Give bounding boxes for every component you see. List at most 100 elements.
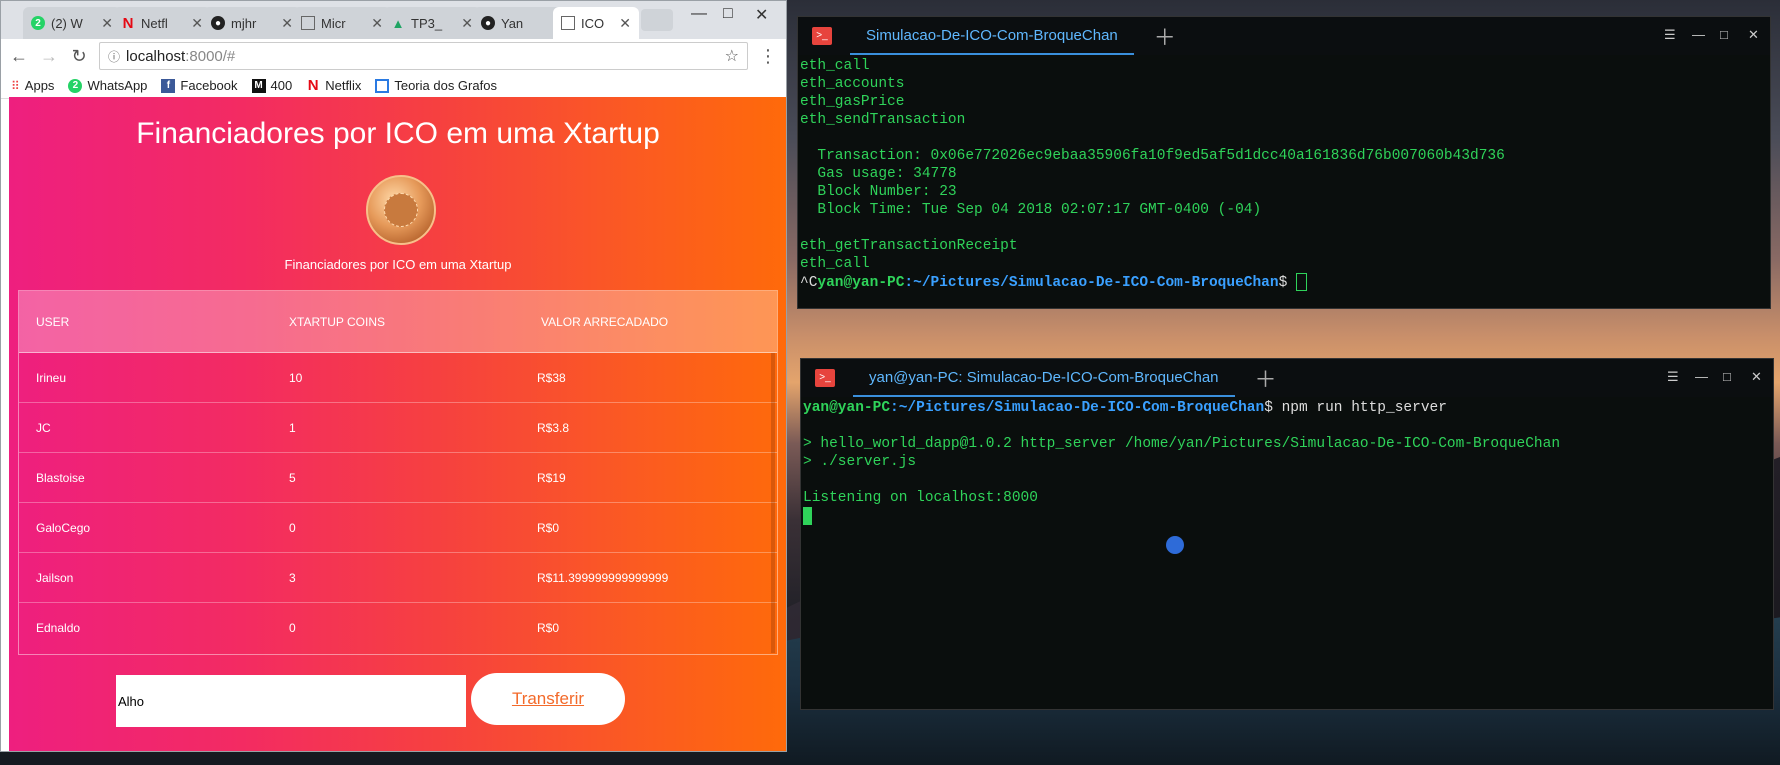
- terminal-output[interactable]: yan@yan-PC:~/Pictures/Simulacao-De-ICO-C…: [801, 397, 1773, 528]
- coin-logo: [366, 175, 436, 245]
- prompt-path: :~/Pictures/Simulacao-De-ICO-Com-BroqueC…: [890, 400, 1265, 416]
- terminal-line: eth_call: [800, 256, 870, 272]
- cell-coins: 1: [289, 420, 296, 435]
- cell-valor: R$3.8: [537, 420, 570, 435]
- header-user: USER: [36, 314, 70, 329]
- menu-icon[interactable]: ☰: [1667, 369, 1679, 385]
- table-row: Jailson 3 R$11.399999999999999: [19, 553, 777, 603]
- add-tab-icon[interactable]: ＋: [1154, 20, 1176, 52]
- table-icon: [375, 78, 390, 93]
- menu-icon[interactable]: ☰: [1664, 27, 1676, 43]
- url-host: localhost: [126, 47, 186, 65]
- terminal-line: Gas usage: 34778: [800, 166, 957, 182]
- bookmark-label: Facebook: [180, 78, 238, 93]
- minimize-icon[interactable]: —: [1692, 27, 1705, 42]
- tab-label: ICO: [581, 15, 605, 31]
- terminal-tab[interactable]: yan@yan-PC: Simulacao-De-ICO-Com-BroqueC…: [853, 359, 1235, 397]
- prompt-symbol: $: [1278, 274, 1296, 291]
- add-tab-icon[interactable]: ＋: [1255, 362, 1277, 394]
- terminal-line: > hello_world_dapp@1.0.2 http_server /ho…: [803, 436, 1561, 452]
- browser-window: 2 (2) W ✕ N Netfl ✕ ● mjhr ✕ Micr ✕ ▲ TP…: [0, 0, 787, 752]
- netflix-icon: N: [122, 14, 134, 32]
- tab-drive-tp3[interactable]: ▲ TP3_ ✕: [383, 7, 481, 39]
- page-title: Financiadores por ICO em uma Xtartup: [136, 117, 660, 150]
- transfer-input[interactable]: [116, 675, 466, 727]
- maximize-icon[interactable]: □: [723, 5, 733, 23]
- close-window-icon[interactable]: ✕: [755, 5, 768, 25]
- back-icon[interactable]: ←: [9, 46, 29, 67]
- cell-valor: R$11.399999999999999: [537, 570, 669, 585]
- terminal-tab-bar: >_ Simulacao-De-ICO-Com-BroqueChan ＋ ☰ —…: [798, 17, 1770, 55]
- table-row: Ednaldo 0 R$0: [19, 603, 777, 653]
- close-icon[interactable]: ✕: [101, 15, 113, 32]
- bookmark-400[interactable]: M 400: [251, 78, 292, 93]
- maximize-icon[interactable]: □: [1723, 369, 1731, 384]
- bookmark-label: WhatsApp: [87, 78, 148, 93]
- prompt-line: yan@yan-PC:~/Pictures/Simulacao-De-ICO-C…: [803, 399, 1771, 417]
- cell-user: Blastoise: [36, 470, 85, 485]
- header-coins: XTARTUP COINS: [289, 314, 386, 329]
- close-icon[interactable]: ✕: [281, 15, 293, 32]
- bookmark-facebook[interactable]: f Facebook: [161, 78, 238, 93]
- bookmark-label: Apps: [24, 78, 55, 93]
- medium-icon: M: [251, 78, 266, 93]
- tab-ico-active[interactable]: ICO ✕: [553, 7, 639, 39]
- terminal-tab[interactable]: Simulacao-De-ICO-Com-BroqueChan: [850, 17, 1134, 55]
- bookmark-netflix[interactable]: N Netflix: [306, 77, 362, 94]
- close-icon[interactable]: ✕: [191, 15, 203, 32]
- bookmark-apps[interactable]: ⠿ Apps: [11, 78, 54, 93]
- transfer-button[interactable]: Transferir: [471, 673, 625, 725]
- terminal-line: eth_sendTransaction: [800, 112, 966, 128]
- tab-document-micr[interactable]: Micr ✕: [293, 7, 391, 39]
- document-icon: [301, 16, 315, 30]
- terminal-icon: >_: [812, 27, 832, 45]
- terminal-line: eth_gasPrice: [800, 94, 905, 110]
- terminal-cursor: [803, 507, 812, 525]
- terminal-line: > ./server.js: [803, 454, 917, 470]
- facebook-icon: f: [161, 78, 176, 93]
- terminal-line: eth_getTransactionReceipt: [800, 238, 1018, 254]
- cell-user: Irineu: [36, 370, 67, 385]
- maximize-icon[interactable]: □: [1720, 27, 1728, 42]
- table-header: USER XTARTUP COINS VALOR ARRECADADO: [19, 291, 777, 353]
- cell-coins: 3: [289, 570, 296, 585]
- cell-user: JC: [36, 420, 51, 435]
- close-icon[interactable]: ✕: [371, 15, 383, 32]
- tab-netflix[interactable]: N Netfl ✕: [113, 7, 211, 39]
- bookmark-whatsapp[interactable]: 2 WhatsApp: [68, 78, 147, 93]
- menu-icon[interactable]: ⋮: [758, 46, 778, 67]
- navigation-bar: ← → ↻ ⓘ localhost:8000/# ☆ ⋮: [1, 39, 786, 73]
- new-tab-button[interactable]: [641, 9, 673, 31]
- address-bar[interactable]: ⓘ localhost:8000/# ☆: [99, 42, 748, 70]
- tab-whatsapp[interactable]: 2 (2) W ✕: [23, 7, 121, 39]
- terminal-output[interactable]: eth_call eth_accounts eth_gasPrice eth_send…: [798, 55, 1770, 294]
- star-icon[interactable]: ☆: [725, 46, 739, 66]
- minimize-icon[interactable]: —: [1695, 369, 1708, 384]
- funders-table: USER XTARTUP COINS VALOR ARRECADADO Irin…: [18, 290, 778, 655]
- bookmark-teoria-dos-grafos[interactable]: Teoria dos Grafos: [375, 78, 497, 93]
- close-icon[interactable]: ✕: [619, 15, 631, 32]
- terminal-line: Block Time: Tue Sep 04 2018 02:07:17 GMT…: [800, 202, 1262, 218]
- prompt-line: ^Cyan@yan-PC:~/Pictures/Simulacao-De-ICO…: [800, 273, 1768, 292]
- tab-strip: 2 (2) W ✕ N Netfl ✕ ● mjhr ✕ Micr ✕ ▲ TP…: [1, 1, 786, 39]
- table-row: JC 1 R$3.8: [19, 403, 777, 453]
- cell-user: GaloCego: [36, 520, 91, 535]
- minimize-icon[interactable]: —: [691, 5, 707, 23]
- whatsapp-icon: 2: [68, 78, 83, 93]
- cell-coins: 0: [289, 621, 296, 635]
- cursor-line: [803, 507, 1771, 526]
- page-content: Financiadores por ICO em uma Xtartup Fin…: [9, 97, 786, 751]
- forward-icon[interactable]: →: [39, 46, 59, 67]
- header-valor: VALOR ARRECADADO: [541, 314, 669, 329]
- close-icon[interactable]: ✕: [1748, 27, 1759, 43]
- terminal-line: Block Number: 23: [800, 184, 957, 200]
- tab-label: Micr: [321, 15, 346, 31]
- tab-github-mjhr[interactable]: ● mjhr ✕: [203, 7, 301, 39]
- close-icon[interactable]: ✕: [1751, 369, 1762, 385]
- tab-label: Yan: [501, 15, 524, 31]
- table-scrollbar[interactable]: [771, 353, 775, 653]
- reload-icon[interactable]: ↻: [69, 46, 89, 67]
- close-icon[interactable]: ✕: [461, 15, 473, 32]
- cell-valor: R$0: [537, 621, 560, 635]
